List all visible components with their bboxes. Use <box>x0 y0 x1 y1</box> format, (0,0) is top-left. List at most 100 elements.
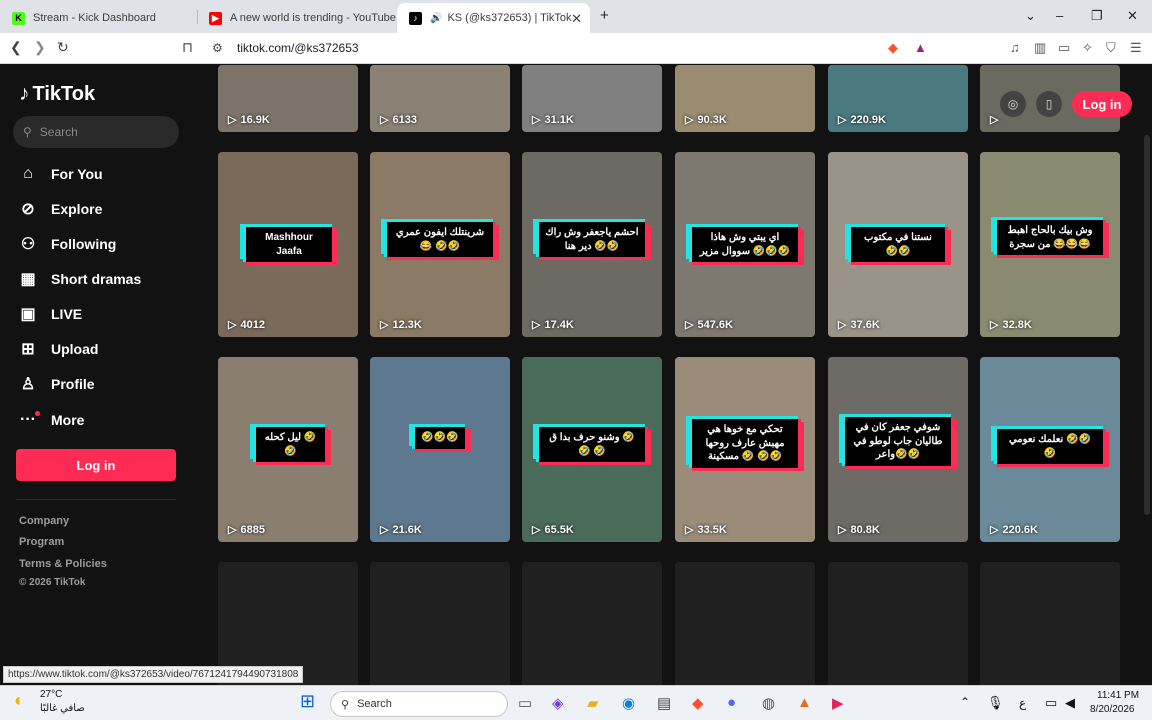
minimize-button[interactable]: – <box>1056 8 1063 23</box>
menu-icon[interactable]: ☰ <box>1130 40 1142 56</box>
back-icon[interactable]: ❮ <box>10 39 22 56</box>
video-caption: وش بيك بالحاج اهبط من سجرة 😂😂😂 <box>994 220 1106 255</box>
video-tile[interactable]: ▷ 6133 <box>370 65 510 132</box>
media-player-icon[interactable]: ▶ <box>832 694 844 712</box>
sidebar-toggle-icon[interactable]: ▥ <box>1034 40 1046 56</box>
view-count: ▷ 6133 <box>380 113 417 127</box>
play-icon: ▷ <box>990 319 999 331</box>
sidebar-item-label: Short dramas <box>51 271 142 287</box>
video-tile[interactable]: وش بيك بالحاج اهبط من سجرة 😂😂😂 ▷ 32.8K <box>980 152 1120 337</box>
search-icon: ⚲ <box>341 698 350 711</box>
discord-icon[interactable]: ● <box>727 694 736 711</box>
play-icon: ▷ <box>228 114 237 126</box>
video-tile[interactable]: نعلمك نعومي 🤣🤣🤣 ▷ 220.6K <box>980 357 1120 542</box>
weather-icon[interactable]: ◐ <box>14 690 25 711</box>
sidebar-item-upload[interactable]: ⊞ Upload <box>19 334 179 364</box>
video-tile[interactable]: تحكي مع خوها هي مهبش عارف روحها مسكينة 🤣… <box>675 357 815 542</box>
file-explorer-icon[interactable]: ▰ <box>587 694 599 712</box>
video-tile[interactable]: ▷ 31.1K <box>522 65 662 132</box>
tiktok-page: ♪ TikTok ⚲ Search ⌂ For You ⊘ Explore ⚇ Fol… <box>0 65 1152 685</box>
play-icon: ▷ <box>380 319 389 331</box>
video-tile[interactable]: احشم ياجعفر وش راك دير هنا 🤣🤣 ▷ 17.4K <box>522 152 662 337</box>
vpn-icon[interactable]: ⛉ <box>1106 40 1116 56</box>
video-tile[interactable]: شوفي جعفر كان في طاليان جاب لوطو في واعر… <box>828 357 968 542</box>
close-tab-icon[interactable]: ✕ <box>571 11 582 27</box>
video-placeholder <box>370 562 510 685</box>
tab-youtube[interactable]: ▶ A new world is trending - YouTube <box>197 3 397 33</box>
new-tab-button[interactable]: + <box>600 7 609 24</box>
video-tile[interactable]: ▷ 16.9K <box>218 65 358 132</box>
tiktok-logo[interactable]: ♪ TikTok <box>19 82 95 106</box>
sidebar-item-for-you[interactable]: ⌂ For You <box>19 159 179 189</box>
tab-list-icon[interactable]: ⌄ <box>1025 8 1036 24</box>
clock-date[interactable]: 8/20/2026 <box>1090 704 1135 715</box>
maximize-button[interactable]: ❐ <box>1091 8 1103 24</box>
sidebar-item-label: Profile <box>51 376 95 392</box>
footer-link-program[interactable]: Program <box>19 536 64 548</box>
video-tile[interactable]: ليل كحله 🤣🤣 ▷ 6885 <box>218 357 358 542</box>
search-input[interactable]: ⚲ Search <box>13 116 179 148</box>
clock-time[interactable]: 11:41 PM <box>1097 690 1139 701</box>
video-tile[interactable]: ▷ 90.3K <box>675 65 815 132</box>
live-icon: ▣ <box>20 306 36 323</box>
leo-ai-icon[interactable]: ✧ <box>1082 40 1093 56</box>
obs-icon[interactable]: ◍ <box>762 694 775 712</box>
scrollbar[interactable] <box>1144 135 1150 515</box>
language-indicator[interactable]: ع <box>1019 696 1026 710</box>
brave-shield-icon[interactable]: ◆ <box>888 40 898 56</box>
sidebar-item-following[interactable]: ⚇ Following <box>19 229 179 259</box>
windows-start-icon[interactable]: ⊞ <box>300 691 315 712</box>
tray-expand-icon[interactable]: ⌃ <box>960 695 970 709</box>
tab-title: KS (@ks372653) | TikTok <box>447 12 572 24</box>
video-tile[interactable]: نستنا في مكتوب 🤣🤣 ▷ 37.6K <box>828 152 968 337</box>
tiktok-note-icon: ♪ <box>19 82 30 105</box>
view-count: ▷ 21.6K <box>380 523 422 537</box>
network-icon[interactable]: ▭ <box>1045 695 1057 711</box>
sidebar-item-more[interactable]: ··· More <box>19 405 179 435</box>
brave-rewards-icon[interactable]: ▲ <box>914 40 927 55</box>
sidebar-item-short-dramas[interactable]: ▦ Short dramas <box>19 264 179 294</box>
sidebar-item-profile[interactable]: ♙ Profile <box>19 369 179 399</box>
brave-taskbar-icon[interactable]: ◆ <box>692 694 704 712</box>
get-coins-icon[interactable]: ◎ <box>1000 91 1026 117</box>
video-tile[interactable]: ▷ 220.9K <box>828 65 968 132</box>
video-tile[interactable]: شرينتلك ايفون عمري 😂 🤣🤣 ▷ 12.3K <box>370 152 510 337</box>
footer-link-terms[interactable]: Terms & Policies <box>19 558 107 570</box>
header-login-button[interactable]: Log in <box>1072 91 1132 117</box>
tab-kick[interactable]: K Stream - Kick Dashboard <box>0 3 195 33</box>
microphone-icon[interactable]: 🎙 <box>987 695 1004 711</box>
media-icon[interactable]: ♫ <box>1010 40 1020 55</box>
fl-studio-icon[interactable]: ▲ <box>797 694 812 711</box>
store-icon[interactable]: ▤ <box>657 694 671 712</box>
sidebar-login-button[interactable]: Log in <box>16 449 176 481</box>
get-app-icon[interactable]: ▯ <box>1036 91 1062 117</box>
copilot-icon[interactable]: ◈ <box>552 694 564 712</box>
view-count: ▷ 31.1K <box>532 113 574 127</box>
youtube-icon: ▶ <box>209 11 222 25</box>
video-tile[interactable]: 🤣🤣🤣 ▷ 21.6K <box>370 357 510 542</box>
close-window-button[interactable]: ✕ <box>1127 8 1138 24</box>
sidebar-item-explore[interactable]: ⊘ Explore <box>19 194 179 224</box>
site-info-icon[interactable]: ⚙ <box>212 41 223 55</box>
taskbar-search[interactable]: ⚲ Search <box>330 691 508 717</box>
tab-tiktok[interactable]: ♪ 🔊 KS (@ks372653) | TikTok ✕ <box>397 3 590 33</box>
sidebar-item-live[interactable]: ▣ LIVE <box>19 299 179 329</box>
video-tile[interactable]: Mashhour Jaafa ▷ 4012 <box>218 152 358 337</box>
play-icon: ▷ <box>380 114 389 126</box>
video-tile[interactable]: اي يبتي وش هاذا سووال مزير 🤣🤣🤣 ▷ 547.6K <box>675 152 815 337</box>
url-field[interactable]: tiktok.com/@ks372653 <box>237 41 359 55</box>
task-view-icon[interactable]: ▭ <box>518 694 532 712</box>
video-placeholder <box>675 562 815 685</box>
wallet-icon[interactable]: ▭ <box>1058 40 1070 56</box>
bookmark-icon[interactable]: ⊓ <box>182 39 193 56</box>
edge-icon[interactable]: ◉ <box>622 694 635 712</box>
volume-icon[interactable]: ◀ <box>1065 695 1075 711</box>
forward-icon[interactable]: ❯ <box>34 39 46 56</box>
view-count: ▷ 547.6K <box>685 318 733 332</box>
view-count: ▷ 220.9K <box>838 113 886 127</box>
reload-icon[interactable]: ↻ <box>57 39 69 56</box>
view-count: ▷ 37.6K <box>838 318 880 332</box>
view-count: ▷ 6885 <box>228 523 265 537</box>
footer-link-company[interactable]: Company <box>19 515 69 527</box>
video-tile[interactable]: وشنو حرف بدا ق 🤣🤣 🤣 ▷ 65.5K <box>522 357 662 542</box>
